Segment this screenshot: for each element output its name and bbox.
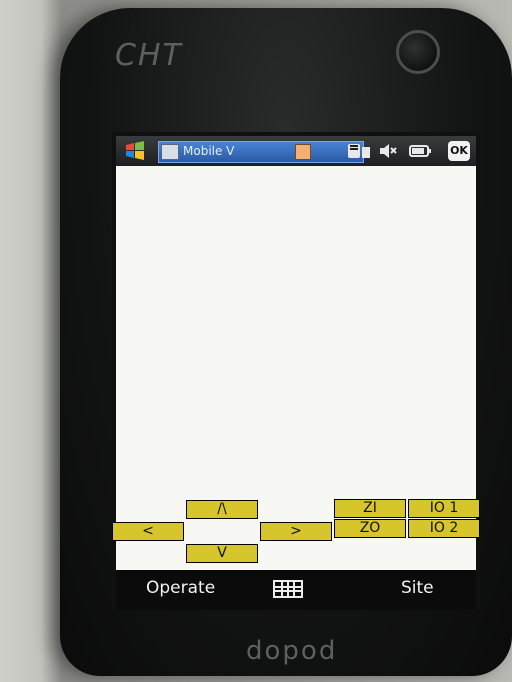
io2-button[interactable]: IO 2	[408, 519, 480, 538]
sim-icon[interactable]	[346, 141, 372, 161]
move-up-label: /\	[217, 501, 227, 517]
io2-label: IO 2	[429, 520, 459, 536]
move-down-button[interactable]: V	[186, 544, 258, 563]
move-left-label: <	[142, 523, 154, 539]
move-down-label: V	[217, 545, 227, 561]
main-view-area[interactable]: /\ < > V ZI ZO IO 1 IO 2	[112, 166, 480, 570]
battery-icon[interactable]	[408, 141, 432, 161]
keyboard-icon[interactable]	[273, 580, 303, 598]
move-up-button[interactable]: /\	[186, 500, 258, 519]
zoom-in-label: ZI	[363, 500, 377, 516]
softkey-bar: Operate Site	[116, 570, 476, 610]
active-app-task[interactable]: Mobile V	[158, 141, 364, 163]
move-left-button[interactable]: <	[112, 522, 184, 541]
second-app-icon	[295, 144, 311, 160]
speaker-muted-icon[interactable]	[378, 141, 398, 161]
move-right-button[interactable]: >	[260, 522, 332, 541]
site-softkey[interactable]: Site	[401, 578, 434, 598]
app-icon	[161, 144, 179, 160]
taskbar: Mobile V OK	[116, 136, 476, 166]
zoom-out-button[interactable]: ZO	[334, 519, 406, 538]
io1-label: IO 1	[429, 500, 459, 516]
zoom-out-label: ZO	[359, 520, 381, 536]
io1-button[interactable]: IO 1	[408, 499, 480, 518]
active-app-title: Mobile V	[183, 144, 235, 158]
camera-lens	[396, 30, 440, 74]
dopod-logo: dopod	[246, 636, 338, 666]
brand-logo: CHT	[115, 38, 183, 73]
zoom-in-button[interactable]: ZI	[334, 499, 406, 518]
windows-start-icon[interactable]	[124, 141, 146, 161]
move-right-label: >	[290, 523, 302, 539]
ok-button[interactable]: OK	[448, 141, 470, 161]
operate-softkey[interactable]: Operate	[146, 578, 215, 598]
